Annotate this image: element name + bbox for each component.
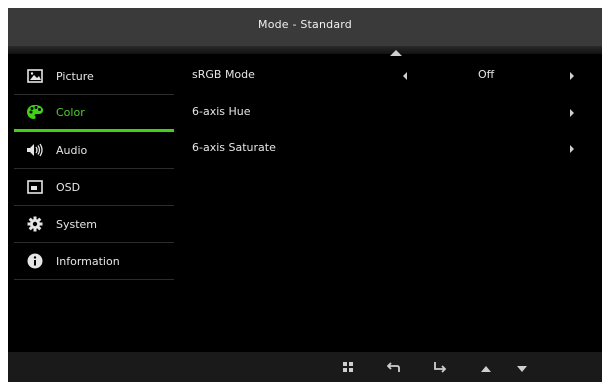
setting-row-srgb-mode[interactable]: sRGB Mode Off	[192, 66, 592, 86]
osd-icon	[26, 178, 44, 196]
arrow-right-icon[interactable]	[570, 72, 574, 80]
arrow-right-icon[interactable]	[570, 109, 574, 117]
sidebar-item-label: Picture	[56, 69, 94, 83]
speaker-icon	[26, 141, 44, 159]
sidebar-item-osd[interactable]: OSD	[14, 169, 174, 206]
enter-button[interactable]	[428, 352, 452, 382]
info-icon	[26, 252, 44, 270]
gear-icon	[26, 215, 44, 233]
arrow-left-icon[interactable]	[403, 72, 407, 80]
sidebar-item-label: System	[56, 217, 98, 231]
settings-panel: sRGB Mode Off 6-axis Hue 6-axis Saturate	[188, 8, 602, 382]
menu-grid-icon	[342, 358, 354, 377]
palette-icon	[26, 103, 44, 121]
setting-label: 6-axis Hue	[192, 105, 251, 118]
menu-grid-button[interactable]	[336, 352, 360, 382]
sidebar-item-audio[interactable]: Audio	[14, 132, 174, 169]
picture-icon	[26, 67, 44, 85]
up-icon	[480, 358, 492, 377]
sidebar: Picture Color Audio OSD System Informati…	[14, 58, 174, 280]
setting-label: 6-axis Saturate	[192, 141, 276, 154]
scroll-up-arrow-icon[interactable]	[390, 50, 402, 56]
setting-row-6-axis-saturate[interactable]: 6-axis Saturate	[192, 139, 592, 159]
sidebar-item-information[interactable]: Information	[14, 243, 174, 280]
sidebar-item-label: Information	[56, 254, 120, 268]
back-icon	[386, 358, 401, 377]
osd-window: Mode - Standard Picture Color Audio OSD …	[8, 8, 602, 382]
setting-value: Off	[478, 68, 495, 81]
sidebar-item-label: Audio	[56, 143, 88, 157]
setting-row-6-axis-hue[interactable]: 6-axis Hue	[192, 103, 592, 123]
down-button[interactable]	[510, 352, 534, 382]
sidebar-item-picture[interactable]: Picture	[14, 58, 174, 95]
up-button[interactable]	[474, 352, 498, 382]
arrow-right-icon[interactable]	[570, 145, 574, 153]
sidebar-item-color[interactable]: Color	[14, 95, 174, 132]
sidebar-item-label: Color	[56, 105, 85, 119]
sidebar-item-system[interactable]: System	[14, 206, 174, 243]
sidebar-item-label: OSD	[56, 180, 81, 194]
setting-label: sRGB Mode	[192, 68, 255, 81]
enter-icon	[433, 358, 447, 377]
down-icon	[516, 358, 528, 377]
back-button[interactable]	[382, 352, 406, 382]
footer-bar	[8, 352, 602, 382]
